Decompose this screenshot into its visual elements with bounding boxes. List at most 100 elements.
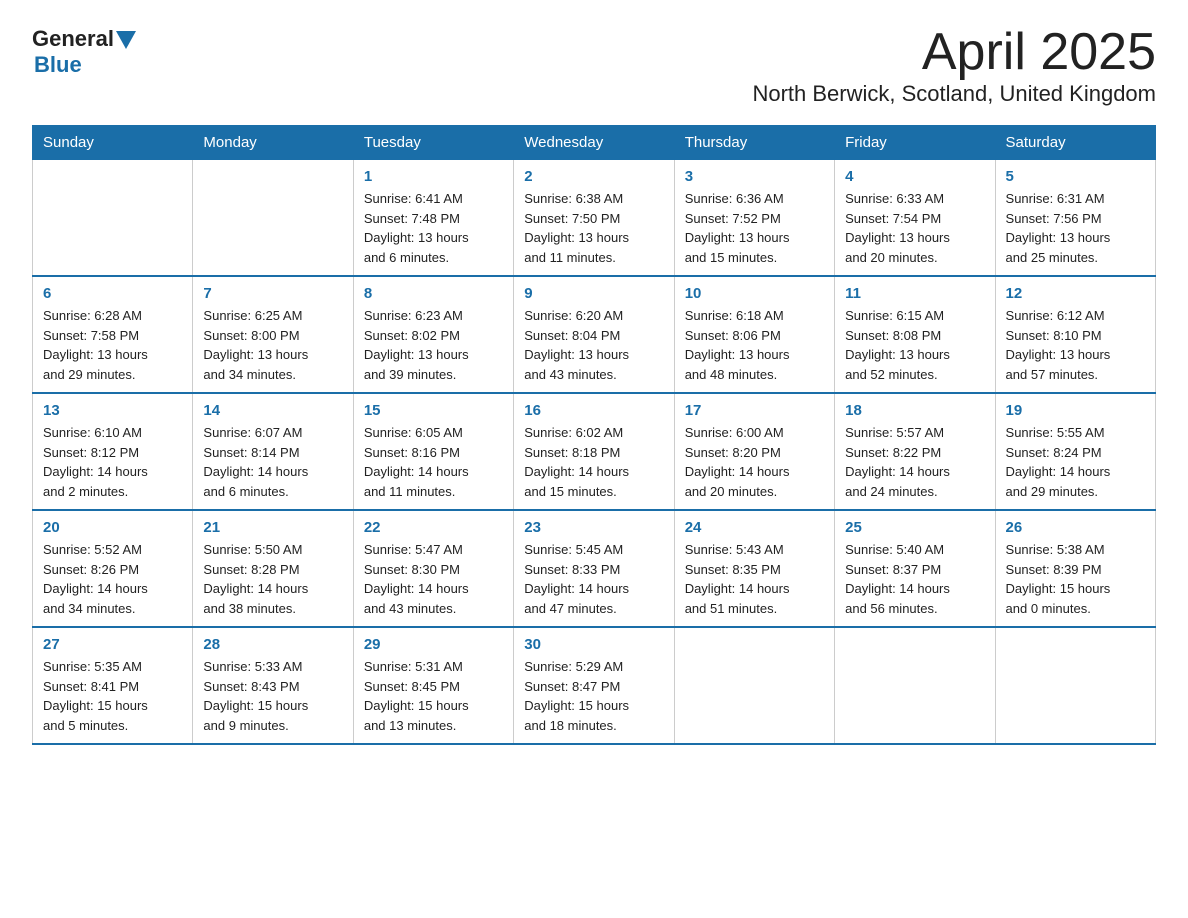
calendar-cell: 23 Sunrise: 5:45 AMSunset: 8:33 PMDayligh… <box>514 510 674 627</box>
day-number: 15 <box>364 402 503 419</box>
day-number: 29 <box>364 636 503 653</box>
calendar-cell: 13 Sunrise: 6:10 AMSunset: 8:12 PMDayligh… <box>33 393 193 510</box>
day-info: Sunrise: 6:15 AMSunset: 8:08 PMDaylight:… <box>845 306 984 384</box>
weekday-header-wednesday: Wednesday <box>514 126 674 160</box>
day-number: 26 <box>1006 519 1145 536</box>
day-info: Sunrise: 5:35 AMSunset: 8:41 PMDaylight:… <box>43 657 182 735</box>
day-info: Sunrise: 6:07 AMSunset: 8:14 PMDaylight:… <box>203 423 342 501</box>
day-number: 8 <box>364 285 503 302</box>
day-number: 17 <box>685 402 824 419</box>
weekday-header-friday: Friday <box>835 126 995 160</box>
calendar-cell: 20 Sunrise: 5:52 AMSunset: 8:26 PMDayligh… <box>33 510 193 627</box>
calendar-cell: 15Sunrise: 6:05 AMSunset: 8:16 PMDayligh… <box>353 393 513 510</box>
day-number: 11 <box>845 285 984 302</box>
calendar-cell <box>674 627 834 744</box>
calendar-cell: 22Sunrise: 5:47 AMSunset: 8:30 PMDayligh… <box>353 510 513 627</box>
day-number: 28 <box>203 636 342 653</box>
day-number: 20 <box>43 519 182 536</box>
day-number: 14 <box>203 402 342 419</box>
weekday-header-sunday: Sunday <box>33 126 193 160</box>
calendar-cell: 11 Sunrise: 6:15 AMSunset: 8:08 PMDayligh… <box>835 276 995 393</box>
day-info: Sunrise: 6:36 AMSunset: 7:52 PMDaylight:… <box>685 189 824 267</box>
calendar-cell <box>835 627 995 744</box>
calendar-cell: 1Sunrise: 6:41 AMSunset: 7:48 PMDaylight… <box>353 160 513 277</box>
day-info: Sunrise: 6:33 AMSunset: 7:54 PMDaylight:… <box>845 189 984 267</box>
calendar-cell: 14 Sunrise: 6:07 AMSunset: 8:14 PMDayligh… <box>193 393 353 510</box>
calendar-cell: 26 Sunrise: 5:38 AMSunset: 8:39 PMDayligh… <box>995 510 1155 627</box>
day-info: Sunrise: 5:52 AMSunset: 8:26 PMDaylight:… <box>43 540 182 618</box>
day-info: Sunrise: 5:40 AMSunset: 8:37 PMDaylight:… <box>845 540 984 618</box>
calendar-cell: 5Sunrise: 6:31 AMSunset: 7:56 PMDaylight… <box>995 160 1155 277</box>
day-info: Sunrise: 5:33 AMSunset: 8:43 PMDaylight:… <box>203 657 342 735</box>
calendar-cell: 16 Sunrise: 6:02 AMSunset: 8:18 PMDayligh… <box>514 393 674 510</box>
day-info: Sunrise: 5:45 AMSunset: 8:33 PMDaylight:… <box>524 540 663 618</box>
day-number: 4 <box>845 168 984 185</box>
day-number: 21 <box>203 519 342 536</box>
day-info: Sunrise: 5:50 AMSunset: 8:28 PMDaylight:… <box>203 540 342 618</box>
day-number: 13 <box>43 402 182 419</box>
day-info: Sunrise: 6:02 AMSunset: 8:18 PMDaylight:… <box>524 423 663 501</box>
day-number: 27 <box>43 636 182 653</box>
calendar-week-row: 20 Sunrise: 5:52 AMSunset: 8:26 PMDayligh… <box>33 510 1156 627</box>
calendar-cell: 7 Sunrise: 6:25 AMSunset: 8:00 PMDaylight… <box>193 276 353 393</box>
day-number: 23 <box>524 519 663 536</box>
day-number: 19 <box>1006 402 1145 419</box>
day-info: Sunrise: 6:25 AMSunset: 8:00 PMDaylight:… <box>203 306 342 384</box>
day-info: Sunrise: 6:20 AMSunset: 8:04 PMDaylight:… <box>524 306 663 384</box>
day-number: 18 <box>845 402 984 419</box>
page-subtitle: North Berwick, Scotland, United Kingdom <box>752 81 1156 107</box>
day-info: Sunrise: 5:43 AMSunset: 8:35 PMDaylight:… <box>685 540 824 618</box>
day-number: 3 <box>685 168 824 185</box>
calendar-week-row: 1Sunrise: 6:41 AMSunset: 7:48 PMDaylight… <box>33 160 1156 277</box>
day-number: 6 <box>43 285 182 302</box>
day-info: Sunrise: 6:10 AMSunset: 8:12 PMDaylight:… <box>43 423 182 501</box>
weekday-header-thursday: Thursday <box>674 126 834 160</box>
calendar-cell <box>33 160 193 277</box>
day-number: 25 <box>845 519 984 536</box>
calendar-table: SundayMondayTuesdayWednesdayThursdayFrid… <box>32 125 1156 745</box>
calendar-cell: 2 Sunrise: 6:38 AMSunset: 7:50 PMDaylight… <box>514 160 674 277</box>
calendar-cell: 21 Sunrise: 5:50 AMSunset: 8:28 PMDayligh… <box>193 510 353 627</box>
logo-general-text: General <box>32 28 114 50</box>
day-info: Sunrise: 6:12 AMSunset: 8:10 PMDaylight:… <box>1006 306 1145 384</box>
page-header: General Blue April 2025 North Berwick, S… <box>32 24 1156 107</box>
day-number: 9 <box>524 285 663 302</box>
logo-blue-text: Blue <box>32 52 82 78</box>
day-info: Sunrise: 5:47 AMSunset: 8:30 PMDaylight:… <box>364 540 503 618</box>
logo-arrow-icon <box>116 31 136 49</box>
calendar-cell: 30Sunrise: 5:29 AMSunset: 8:47 PMDayligh… <box>514 627 674 744</box>
day-info: Sunrise: 5:57 AMSunset: 8:22 PMDaylight:… <box>845 423 984 501</box>
day-info: Sunrise: 6:38 AMSunset: 7:50 PMDaylight:… <box>524 189 663 267</box>
weekday-header-monday: Monday <box>193 126 353 160</box>
calendar-week-row: 6 Sunrise: 6:28 AMSunset: 7:58 PMDaylight… <box>33 276 1156 393</box>
calendar-cell: 3 Sunrise: 6:36 AMSunset: 7:52 PMDaylight… <box>674 160 834 277</box>
calendar-cell: 28 Sunrise: 5:33 AMSunset: 8:43 PMDayligh… <box>193 627 353 744</box>
day-info: Sunrise: 5:55 AMSunset: 8:24 PMDaylight:… <box>1006 423 1145 501</box>
day-info: Sunrise: 5:29 AMSunset: 8:47 PMDaylight:… <box>524 657 663 735</box>
calendar-cell: 24Sunrise: 5:43 AMSunset: 8:35 PMDayligh… <box>674 510 834 627</box>
day-number: 5 <box>1006 168 1145 185</box>
day-number: 7 <box>203 285 342 302</box>
calendar-cell: 10Sunrise: 6:18 AMSunset: 8:06 PMDayligh… <box>674 276 834 393</box>
calendar-cell: 4 Sunrise: 6:33 AMSunset: 7:54 PMDaylight… <box>835 160 995 277</box>
title-block: April 2025 North Berwick, Scotland, Unit… <box>752 24 1156 107</box>
day-number: 12 <box>1006 285 1145 302</box>
calendar-cell: 17 Sunrise: 6:00 AMSunset: 8:20 PMDayligh… <box>674 393 834 510</box>
calendar-week-row: 27 Sunrise: 5:35 AMSunset: 8:41 PMDayligh… <box>33 627 1156 744</box>
calendar-cell: 29 Sunrise: 5:31 AMSunset: 8:45 PMDayligh… <box>353 627 513 744</box>
day-info: Sunrise: 6:00 AMSunset: 8:20 PMDaylight:… <box>685 423 824 501</box>
day-info: Sunrise: 6:28 AMSunset: 7:58 PMDaylight:… <box>43 306 182 384</box>
day-number: 2 <box>524 168 663 185</box>
day-number: 16 <box>524 402 663 419</box>
day-info: Sunrise: 5:38 AMSunset: 8:39 PMDaylight:… <box>1006 540 1145 618</box>
day-info: Sunrise: 6:18 AMSunset: 8:06 PMDaylight:… <box>685 306 824 384</box>
day-info: Sunrise: 6:41 AMSunset: 7:48 PMDaylight:… <box>364 189 503 267</box>
calendar-cell <box>193 160 353 277</box>
calendar-cell: 19 Sunrise: 5:55 AMSunset: 8:24 PMDayligh… <box>995 393 1155 510</box>
calendar-cell <box>995 627 1155 744</box>
calendar-cell: 27 Sunrise: 5:35 AMSunset: 8:41 PMDayligh… <box>33 627 193 744</box>
day-info: Sunrise: 5:31 AMSunset: 8:45 PMDaylight:… <box>364 657 503 735</box>
calendar-cell: 8Sunrise: 6:23 AMSunset: 8:02 PMDaylight… <box>353 276 513 393</box>
weekday-header-tuesday: Tuesday <box>353 126 513 160</box>
calendar-cell: 9 Sunrise: 6:20 AMSunset: 8:04 PMDaylight… <box>514 276 674 393</box>
